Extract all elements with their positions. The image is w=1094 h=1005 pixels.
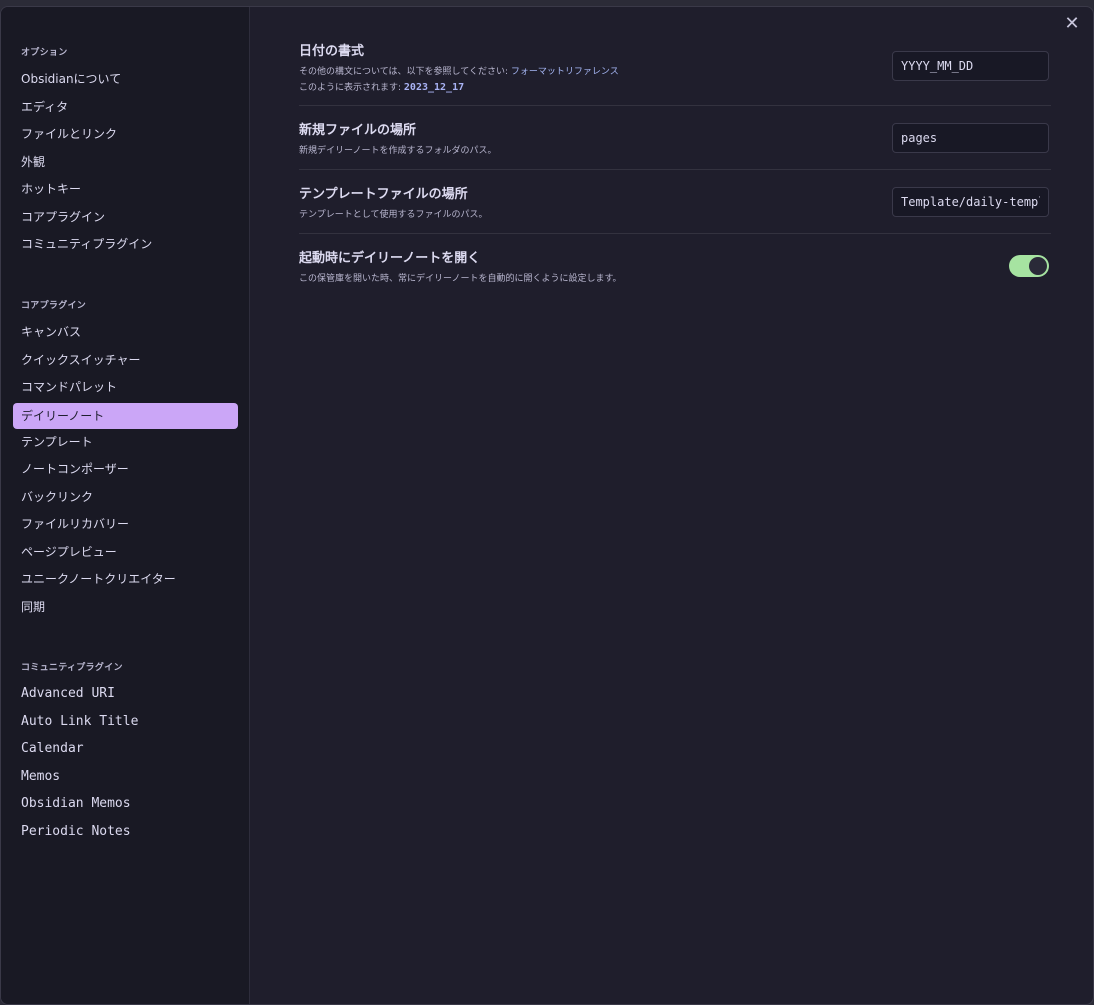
sidebar-item-about[interactable]: Obsidianについて	[13, 66, 238, 92]
sidebar-item-quick-switcher[interactable]: クイックスイッチャー	[13, 347, 238, 373]
sidebar-item-obsidian-memos[interactable]: Obsidian Memos	[13, 791, 238, 817]
sidebar-item-file-recovery[interactable]: ファイルリカバリー	[13, 511, 238, 537]
sidebar-item-backlinks[interactable]: バックリンク	[13, 484, 238, 510]
sidebar-item-periodic-notes[interactable]: Periodic Notes	[13, 819, 238, 845]
date-format-input[interactable]	[892, 51, 1049, 81]
setting-description: この保管庫を開いた時、常にデイリーノートを自動的に開くように設定します。	[299, 274, 622, 284]
sidebar-item-calendar[interactable]: Calendar	[13, 736, 238, 762]
sidebar-item-page-preview[interactable]: ページプレビュー	[13, 539, 238, 565]
divider	[299, 233, 1051, 234]
sidebar-item-appearance[interactable]: 外観	[13, 149, 238, 175]
sidebar-item-note-composer[interactable]: ノートコンポーザー	[13, 456, 238, 482]
date-preview: このように表示されます: 2023_12_17	[299, 80, 1051, 96]
format-reference-link[interactable]: フォーマットリファレンス	[511, 67, 619, 77]
sidebar-item-hotkeys[interactable]: ホットキー	[13, 176, 238, 202]
date-preview-label: このように表示されます:	[299, 83, 404, 93]
sidebar-item-memos[interactable]: Memos	[13, 764, 238, 790]
open-on-startup-toggle[interactable]	[1009, 255, 1049, 277]
settings-sidebar: オプション Obsidianについて エディタ ファイルとリンク 外観 ホットキ…	[1, 7, 250, 1004]
sidebar-item-command-palette[interactable]: コマンドパレット	[13, 374, 238, 400]
sidebar-item-sync[interactable]: 同期	[13, 594, 238, 620]
close-icon[interactable]: ✕	[1061, 13, 1083, 35]
setting-open-on-startup: 起動時にデイリーノートを開く この保管庫を開いた時、常にデイリーノートを自動的に…	[299, 247, 1051, 287]
divider	[299, 105, 1051, 106]
divider	[299, 169, 1051, 170]
sidebar-item-daily-notes[interactable]: デイリーノート	[13, 403, 238, 429]
sidebar-item-canvas[interactable]: キャンバス	[13, 319, 238, 345]
date-preview-value: 2023_12_17	[403, 82, 465, 93]
sidebar-item-editor[interactable]: エディタ	[13, 94, 238, 120]
sidebar-item-advanced-uri[interactable]: Advanced URI	[13, 681, 238, 707]
sidebar-item-community-plugins[interactable]: コミュニティプラグイン	[13, 231, 238, 257]
settings-modal: オプション Obsidianについて エディタ ファイルとリンク 外観 ホットキ…	[0, 6, 1094, 1005]
new-file-location-input[interactable]	[892, 123, 1049, 153]
sidebar-item-templates[interactable]: テンプレート	[13, 429, 238, 455]
sidebar-item-unique-note-creator[interactable]: ユニークノートクリエイター	[13, 566, 238, 592]
sidebar-group-title-options: オプション	[21, 48, 68, 58]
sidebar-group-title-core-plugins: コアプラグイン	[21, 301, 87, 311]
setting-title: 起動時にデイリーノートを開く	[299, 251, 481, 266]
template-location-input[interactable]	[892, 187, 1049, 217]
toggle-knob	[1029, 257, 1047, 275]
sidebar-item-auto-link-title[interactable]: Auto Link Title	[13, 709, 238, 735]
setting-description-text: その他の構文については、以下を参照してください:	[299, 67, 511, 77]
sidebar-item-files-and-links[interactable]: ファイルとリンク	[13, 121, 238, 147]
sidebar-group-title-community-plugins: コミュニティプラグイン	[21, 663, 123, 673]
sidebar-item-core-plugins[interactable]: コアプラグイン	[13, 204, 238, 230]
